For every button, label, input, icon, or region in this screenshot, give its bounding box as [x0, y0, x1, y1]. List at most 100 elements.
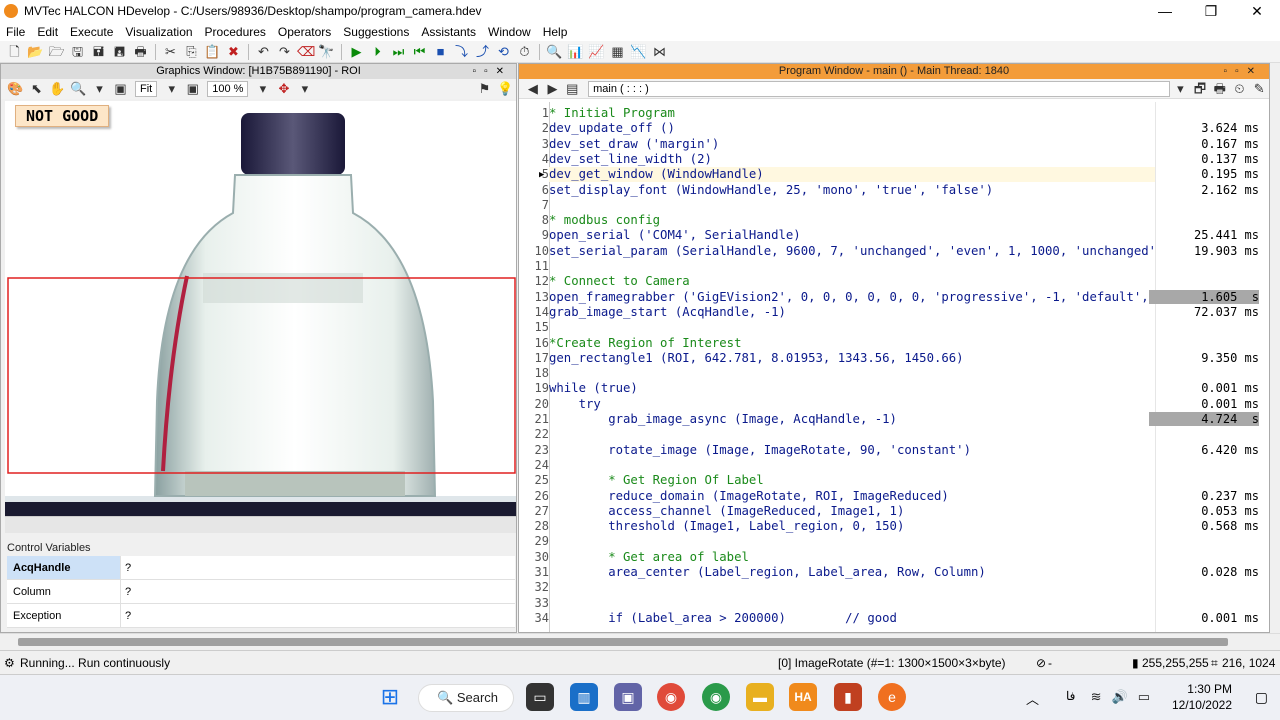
- code-line[interactable]: grab_image_async (Image, AcqHandle, -1): [549, 412, 897, 426]
- zoom-dropdown[interactable]: 100 %: [207, 81, 249, 97]
- palette-icon[interactable]: 🎨: [7, 81, 24, 97]
- code-line[interactable]: * Get Region Of Label: [549, 473, 763, 487]
- timer-icon[interactable]: ⏲: [1232, 81, 1248, 97]
- inspect-icon[interactable]: ⋈: [651, 44, 668, 60]
- code-line[interactable]: dev_set_draw ('margin'): [549, 137, 719, 151]
- graphics-hscroll[interactable]: [5, 516, 516, 533]
- system-tray[interactable]: ≋🔊▭: [1091, 689, 1160, 705]
- code-line[interactable]: set_display_font (WindowHandle, 25, 'mon…: [549, 183, 993, 197]
- back-icon[interactable]: ◀: [525, 81, 541, 97]
- table-row[interactable]: Exception ?: [7, 604, 515, 628]
- app-icon[interactable]: ▮: [834, 683, 862, 711]
- histogram-icon[interactable]: 📊: [567, 44, 584, 60]
- feature-histogram-icon[interactable]: ▦: [609, 44, 626, 60]
- profiler-icon[interactable]: ⏱: [516, 44, 533, 60]
- print-icon[interactable]: 🖶: [132, 44, 149, 60]
- edit-procedure-icon[interactable]: 🗗: [1192, 81, 1208, 97]
- code-line[interactable]: rotate_image (Image, ImageRotate, 90, 'c…: [549, 443, 971, 457]
- clear-icon[interactable]: ⌫: [297, 44, 315, 60]
- code-line[interactable]: gen_rectangle1 (ROI, 642.781, 8.01953, 1…: [549, 351, 964, 365]
- menu-window[interactable]: Window: [482, 25, 537, 39]
- code-line[interactable]: * Get area of label: [549, 550, 749, 564]
- close-button[interactable]: ✕: [1234, 0, 1280, 22]
- code-line[interactable]: * Initial Program: [549, 106, 675, 120]
- code-line[interactable]: dev_set_line_width (2): [549, 152, 712, 166]
- code-line[interactable]: * Connect to Camera: [549, 274, 690, 288]
- chrome-profile-icon[interactable]: ◉: [702, 683, 730, 711]
- paste-icon[interactable]: 📋: [204, 44, 221, 60]
- code-line[interactable]: threshold (Image1, Label_region, 0, 150): [549, 519, 904, 533]
- line-profile-icon[interactable]: 📈: [588, 44, 605, 60]
- find-icon[interactable]: 🔭: [318, 44, 335, 60]
- clock[interactable]: 1:30 PM 12/10/2022: [1172, 681, 1232, 713]
- step-back-icon[interactable]: ⏮: [411, 44, 428, 60]
- code-line[interactable]: reduce_domain (ImageRotate, ROI, ImageRe…: [549, 489, 949, 503]
- code-line[interactable]: area_center (Label_region, Label_area, R…: [549, 565, 986, 579]
- graphics-window-controls[interactable]: ▫▫✕: [473, 64, 512, 79]
- zoom-graphics-icon[interactable]: 🔍: [546, 44, 563, 60]
- halcon-taskbar-icon[interactable]: HA: [789, 683, 817, 711]
- menu-edit[interactable]: Edit: [31, 25, 64, 39]
- cut-icon[interactable]: ✂: [162, 44, 179, 60]
- menu-execute[interactable]: Execute: [64, 25, 119, 39]
- main-hscroll[interactable]: [0, 633, 1280, 650]
- save-as-icon[interactable]: 🖪: [111, 44, 128, 60]
- pixel-info-icon[interactable]: ✥: [275, 81, 292, 97]
- menu-operators[interactable]: Operators: [272, 25, 337, 39]
- code-line[interactable]: open_serial ('COM4', SerialHandle): [549, 228, 801, 242]
- delete-icon[interactable]: ✖: [225, 44, 242, 60]
- procedure-dropdown[interactable]: main ( : : : ): [588, 80, 1171, 97]
- code-editor[interactable]: 1 * Initial Program 2 dev_update_off () 3.62…: [519, 102, 1271, 632]
- save-icon[interactable]: 🖫: [69, 44, 86, 60]
- code-line[interactable]: dev_get_window (WindowHandle): [549, 167, 764, 181]
- chevron-down-icon[interactable]: ▾: [1172, 81, 1188, 97]
- hand-icon[interactable]: ✋: [49, 81, 66, 97]
- teams-icon[interactable]: ▣: [614, 683, 642, 711]
- scroll-thumb[interactable]: [18, 638, 1228, 646]
- tray-chevron-icon[interactable]: ︿: [1026, 689, 1039, 708]
- step-into-icon[interactable]: ⤵: [453, 44, 470, 60]
- task-view-icon[interactable]: ▭: [526, 683, 554, 711]
- save-all-icon[interactable]: 🖬: [90, 44, 107, 60]
- code-line[interactable]: if (Label_area > 200000) // good: [549, 611, 897, 625]
- undo-icon[interactable]: ↶: [255, 44, 272, 60]
- settings-icon[interactable]: ✎: [1251, 81, 1267, 97]
- graphics-canvas[interactable]: NOT GOOD: [5, 101, 516, 516]
- gray-histogram-icon[interactable]: 📉: [630, 44, 647, 60]
- copy-icon[interactable]: ⎘: [183, 44, 200, 60]
- taskbar-search[interactable]: 🔍 Search: [418, 684, 514, 712]
- pin-icon[interactable]: ⚑: [476, 81, 493, 97]
- file-explorer-icon[interactable]: ▬: [746, 683, 774, 711]
- lightbulb-icon[interactable]: 💡: [497, 81, 514, 97]
- table-row[interactable]: Column ?: [7, 580, 515, 604]
- step-over-icon[interactable]: ⏭: [390, 44, 407, 60]
- menu-assistants[interactable]: Assistants: [415, 25, 482, 39]
- open-file-icon[interactable]: 📂: [27, 44, 44, 60]
- fit-dropdown[interactable]: Fit: [135, 81, 158, 97]
- code-line[interactable]: open_framegrabber ('GigEVision2', 0, 0, …: [549, 290, 1149, 304]
- code-line[interactable]: grab_image_start (AcqHandle, -1): [549, 305, 786, 319]
- chrome-icon[interactable]: ◉: [657, 683, 685, 711]
- menu-suggestions[interactable]: Suggestions: [337, 25, 415, 39]
- chevron-down-icon[interactable]: ▾: [163, 81, 180, 97]
- restore-button[interactable]: ❐: [1188, 0, 1234, 22]
- program-vscroll[interactable]: [1270, 63, 1280, 633]
- open-recent-icon[interactable]: 🗁: [48, 44, 65, 60]
- reset-program-icon[interactable]: ⟲: [495, 44, 512, 60]
- menu-file[interactable]: File: [0, 25, 31, 39]
- menu-help[interactable]: Help: [537, 25, 574, 39]
- menu-visualization[interactable]: Visualization: [119, 25, 198, 39]
- code-line[interactable]: dev_update_off (): [549, 121, 675, 135]
- code-line[interactable]: try: [549, 397, 601, 411]
- print-icon[interactable]: 🖶: [1212, 81, 1228, 97]
- code-line[interactable]: *Create Region of Interest: [549, 336, 742, 350]
- table-row[interactable]: AcqHandle ?: [7, 556, 515, 580]
- redo-icon[interactable]: ↷: [276, 44, 293, 60]
- run-to-cursor-icon[interactable]: ⏵: [369, 44, 386, 60]
- stop-icon[interactable]: ■: [432, 44, 449, 60]
- input-language[interactable]: فا: [1066, 689, 1075, 703]
- pointer-icon[interactable]: ⬉: [28, 81, 45, 97]
- chevron-down-icon[interactable]: ▾: [296, 81, 313, 97]
- minimize-button[interactable]: —: [1142, 0, 1188, 22]
- code-line[interactable]: access_channel (ImageReduced, Image1, 1): [549, 504, 904, 518]
